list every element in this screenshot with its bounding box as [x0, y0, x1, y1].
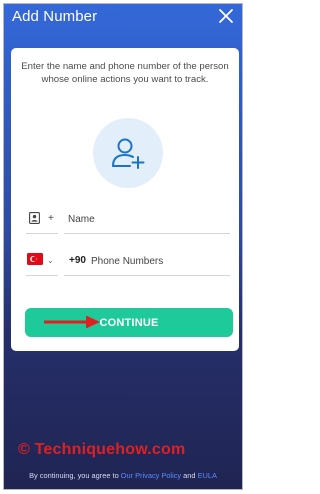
country-underline — [26, 275, 58, 276]
close-icon[interactable] — [216, 6, 236, 26]
name-field-row: + — [26, 206, 230, 234]
add-number-screen: Add Number Enter the name and phone numb… — [3, 3, 243, 490]
name-underline — [64, 233, 230, 234]
turkey-flag-icon[interactable] — [27, 253, 43, 265]
phone-field-row: ⌄ +90 — [26, 248, 230, 276]
red-arrow-annotation — [44, 315, 100, 329]
eula-link[interactable]: EULA — [198, 471, 217, 480]
country-code: +90 — [69, 255, 86, 266]
page-title: Add Number — [12, 8, 98, 25]
name-input[interactable] — [68, 212, 218, 226]
add-number-card: Enter the name and phone number of the p… — [11, 48, 239, 351]
footer-prefix: By continuing, you agree to — [29, 471, 121, 480]
name-prefix-underline — [26, 233, 58, 234]
contact-card-icon — [29, 212, 40, 224]
footer-conjunction: and — [181, 471, 198, 480]
name-prefix: + — [48, 213, 54, 224]
avatar — [93, 118, 163, 188]
chevron-down-icon[interactable]: ⌄ — [47, 256, 54, 265]
phone-underline — [64, 275, 230, 276]
terms-footer: By continuing, you agree to Our Privacy … — [4, 471, 242, 480]
instructions-text: Enter the name and phone number of the p… — [21, 61, 229, 85]
privacy-policy-link[interactable]: Our Privacy Policy — [121, 471, 181, 480]
watermark-text: © Techniquehow.com — [18, 441, 186, 458]
phone-number-input[interactable] — [91, 254, 221, 268]
add-user-icon — [112, 138, 145, 169]
